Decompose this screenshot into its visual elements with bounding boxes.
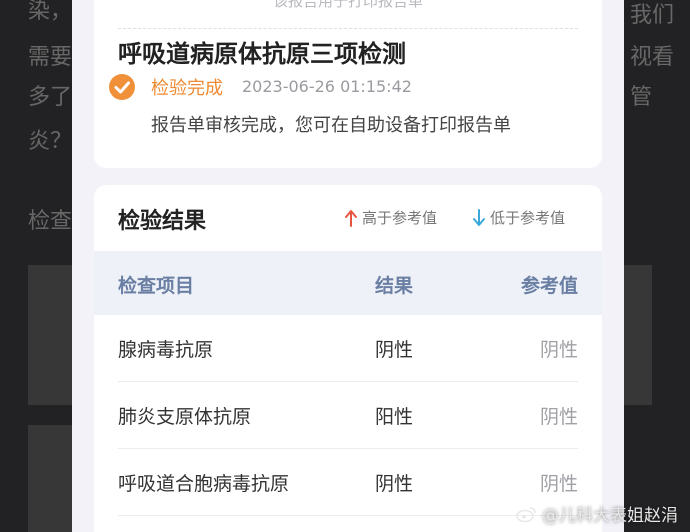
row-reference: 阴性: [539, 406, 578, 428]
row-reference: 阴性: [539, 339, 578, 361]
row-item: 腺病毒抗原: [118, 339, 214, 361]
report-screen: 该报告用于打印报告单 呼吸道病原体抗原三项检测 检验完成 2023-06-26 …: [72, 0, 624, 532]
weibo-logo-icon: [516, 506, 536, 522]
watermark: @儿科大表姐赵涓: [516, 501, 678, 526]
row-result: 阳性: [375, 406, 414, 428]
faded-header-text: 该报告用于打印报告单: [272, 0, 423, 10]
row-item: 肺炎支原体抗原: [118, 406, 252, 428]
arrow-down-icon: [473, 208, 485, 226]
row-result: 阴性: [375, 473, 414, 495]
status-description: 报告单审核完成，您可在自助设备打印报告单: [151, 115, 511, 136]
table-row: 肺炎支原体抗原 阳性 阴性: [94, 382, 602, 449]
row-item: 呼吸道合胞病毒抗原: [118, 473, 290, 495]
watermark-text: @儿科大表姐赵涓: [542, 506, 678, 526]
check-circle-icon: [109, 74, 135, 100]
results-title: 检验结果: [118, 209, 207, 234]
arrow-up-icon: [345, 209, 357, 227]
row-divider: [118, 515, 578, 516]
row-reference: 阴性: [539, 473, 578, 495]
report-status-card: 该报告用于打印报告单 呼吸道病原体抗原三项检测 检验完成 2023-06-26 …: [94, 0, 602, 168]
column-header-item: 检查项目: [118, 275, 195, 297]
status-label: 检验完成: [151, 78, 223, 99]
column-header-reference: 参考值: [520, 275, 578, 297]
legend-high-label: 高于参考值: [362, 209, 438, 227]
status-timestamp: 2023-06-26 01:15:42: [242, 77, 412, 96]
column-header-result: 结果: [375, 275, 414, 297]
row-result: 阴性: [375, 339, 414, 361]
dashed-divider: [118, 28, 578, 29]
legend-high: 高于参考值: [344, 207, 437, 228]
table-header: 检查项目 结果 参考值: [94, 251, 602, 315]
table-row: 腺病毒抗原 阴性 阴性: [94, 315, 602, 382]
legend-low: 低于参考值: [472, 207, 565, 228]
results-card: 检验结果 高于参考值 低于参考值 检查项目 结果 参考值 腺病毒抗原 阴性 阴性…: [94, 185, 602, 532]
legend-low-label: 低于参考值: [490, 209, 566, 227]
test-title: 呼吸道病原体抗原三项检测: [118, 40, 406, 68]
